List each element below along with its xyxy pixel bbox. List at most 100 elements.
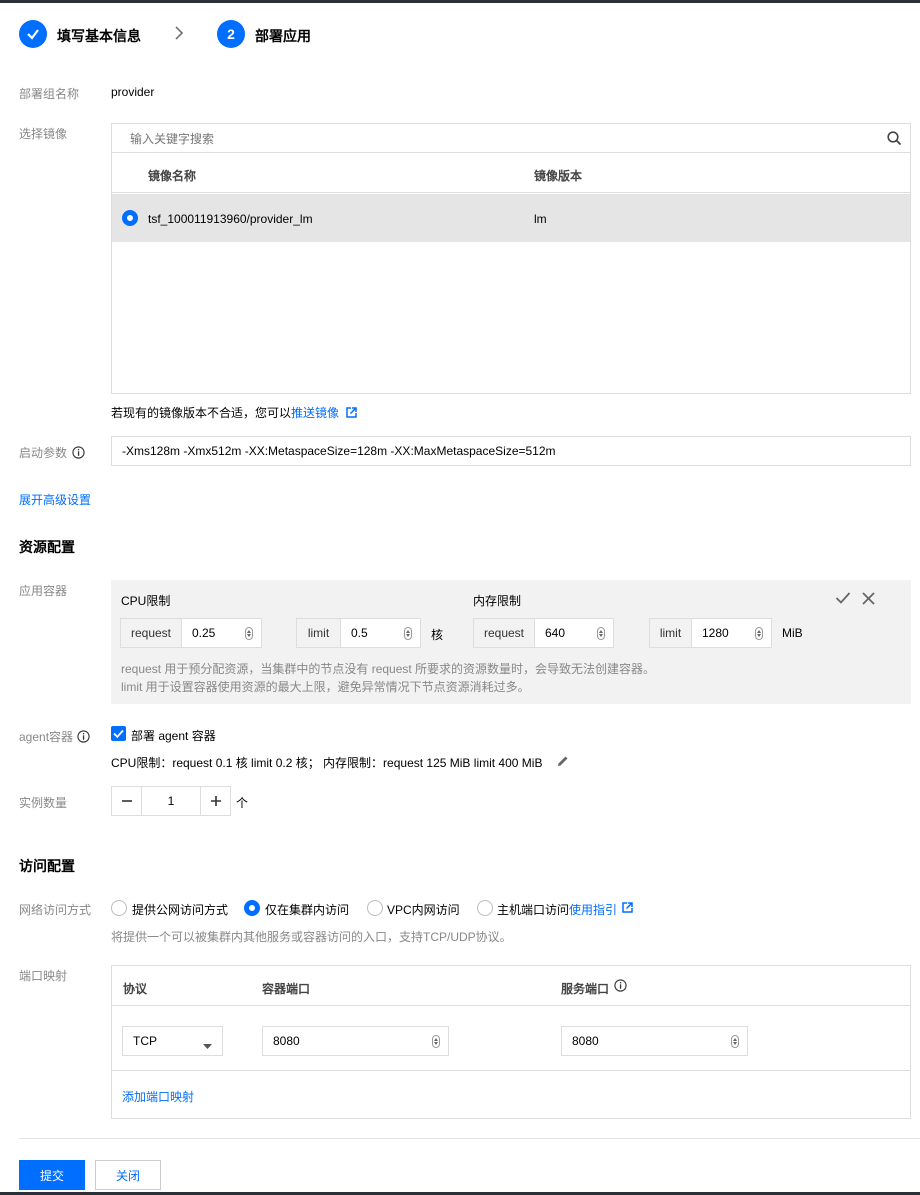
stepper-icon[interactable] (755, 627, 763, 640)
image-selector: 镜像名称 镜像版本 tsf_100011913960/provider_lm l… (111, 123, 911, 394)
radio-cluster-only[interactable] (244, 900, 260, 916)
cpu-request-value: 0.25 (192, 626, 216, 640)
deploy-group-value: provider (111, 85, 155, 99)
step-1-label: 填写基本信息 (57, 28, 141, 44)
col-container-port: 容器端口 (262, 982, 311, 996)
agent-checkbox-label[interactable]: 部署 agent 容器 (131, 727, 216, 744)
add-port-mapping-link[interactable]: 添加端口映射 (122, 1088, 194, 1105)
image-row-radio[interactable] (122, 210, 138, 226)
image-search-box[interactable] (112, 124, 910, 153)
mem-unit: MiB (782, 626, 803, 640)
radio-public-access[interactable] (111, 900, 127, 916)
network-access-label: 网络访问方式 (19, 903, 92, 917)
container-port-value: 8080 (273, 1034, 300, 1048)
check-icon[interactable] (835, 591, 851, 608)
service-port-input[interactable]: 8080 (561, 1026, 748, 1056)
image-version-cell: lm (534, 212, 547, 226)
stepper-icon[interactable] (731, 1035, 739, 1048)
advanced-settings-link[interactable]: 展开高级设置 (19, 491, 91, 508)
close-button[interactable]: 关闭 (95, 1160, 161, 1190)
quantity-stepper: 1 (111, 786, 231, 816)
image-label: 选择镜像 (19, 127, 68, 141)
step-done-icon (19, 20, 47, 48)
instance-count-value[interactable]: 1 (142, 787, 200, 815)
image-hint: 若现有的镜像版本不合适，您可以推送镜像 (111, 404, 358, 421)
cpu-limit-addon: limit (296, 618, 341, 648)
agent-checkbox[interactable] (111, 726, 126, 741)
option-cluster-only[interactable]: 仅在集群内访问 (265, 901, 349, 918)
usage-guide-link[interactable]: 使用指引 (569, 901, 617, 918)
option-vpc-access[interactable]: VPC内网访问 (387, 901, 460, 918)
minus-icon (121, 800, 132, 802)
decrement-button[interactable] (112, 787, 142, 815)
port-mapping-label: 端口映射 (19, 969, 68, 983)
option-host-port[interactable]: 主机端口访问 (497, 901, 569, 918)
stepper-icon[interactable] (245, 627, 253, 640)
image-table-header: 镜像名称 镜像版本 (112, 153, 910, 193)
stepper-icon[interactable] (404, 627, 412, 640)
cpu-limit-value: 0.5 (351, 626, 368, 640)
agent-label-text: agent容器 (19, 730, 74, 744)
mem-limit-title: 内存限制 (473, 594, 522, 608)
resource-panel: CPU限制 内存限制 request 0.25 limit 0.5 核 requ… (111, 580, 911, 704)
info-icon[interactable] (77, 730, 91, 746)
mem-limit-value: 1280 (702, 626, 729, 640)
agent-summary: CPU限制：request 0.1 核 limit 0.2 核； 内存限制：re… (111, 756, 543, 770)
external-link-icon[interactable] (622, 902, 633, 916)
access-section-title: 访问配置 (19, 858, 75, 874)
stepper-icon[interactable] (597, 627, 605, 640)
cpu-limit-input[interactable]: 0.5 (340, 618, 421, 648)
mem-limit-input[interactable]: 1280 (691, 618, 772, 648)
cpu-request-addon: request (120, 618, 182, 648)
request-hint: request 用于预分配资源，当集群中的节点没有 request 所要求的资源… (121, 662, 656, 676)
startup-label: 启动参数 (19, 444, 86, 462)
info-icon[interactable] (614, 979, 627, 995)
increment-button[interactable] (200, 787, 230, 815)
push-image-link[interactable]: 推送镜像 (291, 406, 339, 420)
check-icon (113, 729, 124, 739)
startup-params-input[interactable]: -Xms128m -Xmx512m -XX:MetaspaceSize=128m… (111, 436, 911, 466)
col-image-version: 镜像版本 (534, 169, 583, 183)
image-hint-text: 若现有的镜像版本不合适，您可以 (111, 406, 292, 420)
radio-host-port[interactable] (477, 900, 493, 916)
col-protocol: 协议 (123, 982, 148, 996)
port-mapping-table: 协议 容器端口 服务端口 TCP 8080 8080 添加端口映射 (111, 965, 911, 1119)
plus-icon (210, 796, 221, 806)
col-service-port: 服务端口 (561, 982, 610, 996)
option-public-access[interactable]: 提供公网访问方式 (132, 901, 228, 918)
search-icon[interactable] (887, 131, 902, 149)
instance-count-label: 实例数量 (19, 796, 68, 810)
external-link-icon[interactable] (346, 407, 358, 421)
startup-label-text: 启动参数 (19, 446, 68, 460)
mem-limit-addon: limit (649, 618, 692, 648)
step-2-label: 部署应用 (255, 28, 311, 44)
col-image-name: 镜像名称 (148, 169, 197, 183)
step-2-number: 2 (217, 20, 245, 48)
container-port-input[interactable]: 8080 (262, 1026, 449, 1056)
cpu-limit-title: CPU限制 (121, 594, 171, 608)
instance-unit: 个 (236, 796, 249, 810)
network-hint: 将提供一个可以被集群内其他服务或容器访问的入口，支持TCP/UDP协议。 (111, 930, 512, 944)
stepper-icon[interactable] (432, 1035, 440, 1048)
footer-divider (19, 1138, 920, 1139)
info-icon[interactable] (72, 446, 86, 462)
service-port-value: 8080 (572, 1034, 599, 1048)
deploy-group-label: 部署组名称 (19, 87, 80, 101)
agent-container-label: agent容器 (19, 728, 91, 746)
table-row[interactable]: tsf_100011913960/provider_lm lm (112, 194, 910, 242)
close-icon[interactable] (862, 592, 875, 608)
cpu-request-input[interactable]: 0.25 (181, 618, 262, 648)
mem-request-value: 640 (545, 626, 566, 640)
radio-vpc-access[interactable] (367, 900, 383, 916)
protocol-select[interactable]: TCP (122, 1026, 223, 1056)
resource-section-title: 资源配置 (19, 539, 75, 555)
submit-button[interactable]: 提交 (19, 1160, 85, 1190)
edit-pencil-icon[interactable] (557, 755, 569, 770)
caret-down-icon (203, 1039, 212, 1053)
mem-request-input[interactable]: 640 (534, 618, 614, 648)
protocol-value: TCP (133, 1034, 157, 1048)
mem-request-addon: request (473, 618, 535, 648)
app-container-label: 应用容器 (19, 584, 68, 598)
image-search-input[interactable] (130, 130, 870, 148)
chevron-right-icon (174, 26, 184, 43)
